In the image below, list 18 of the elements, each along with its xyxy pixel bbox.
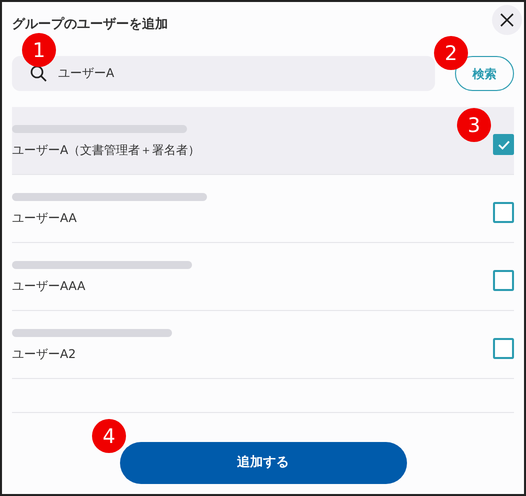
callout-number: 4	[92, 419, 126, 453]
checkbox[interactable]	[493, 202, 514, 223]
callout-number: 1	[22, 33, 56, 67]
user-name: ユーザーAA	[12, 210, 78, 226]
checkbox[interactable]	[493, 338, 514, 359]
close-button[interactable]	[492, 5, 522, 35]
add-button[interactable]: 追加する	[120, 442, 406, 484]
close-icon	[500, 13, 514, 27]
check-icon	[498, 140, 510, 150]
user-name: ユーザーA（文書管理者＋署名者）	[12, 142, 200, 158]
checkbox[interactable]	[493, 270, 514, 291]
search-icon	[30, 65, 47, 82]
user-name: ユーザーAAA	[12, 278, 86, 294]
checkbox[interactable]	[493, 134, 514, 155]
callout-number: 2	[434, 36, 468, 70]
user-name: ユーザーA2	[12, 346, 77, 362]
search-field[interactable]: ユーザーA	[12, 56, 435, 91]
dialog-title: グループのユーザーを追加	[12, 16, 168, 34]
